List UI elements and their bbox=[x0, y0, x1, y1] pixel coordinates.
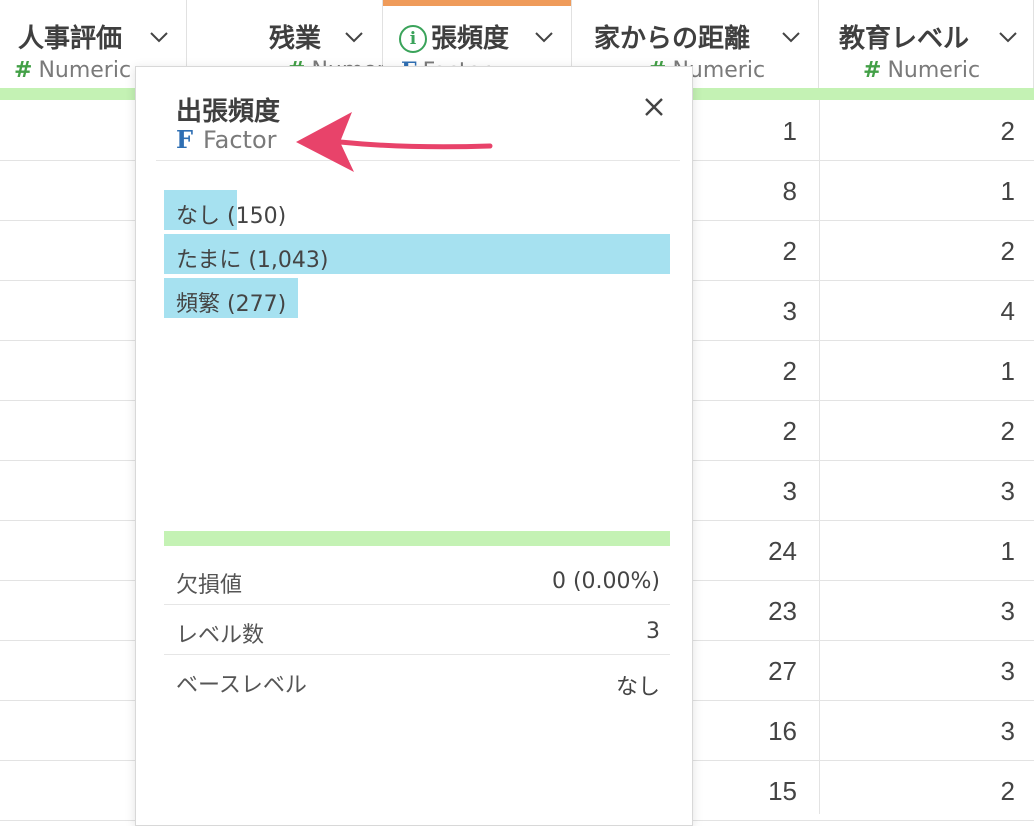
cell-distance[interactable]: 23 bbox=[700, 596, 797, 627]
cell-distance[interactable]: 3 bbox=[700, 296, 797, 327]
cell-distance[interactable]: 3 bbox=[700, 476, 797, 507]
column-title: 教育レベル bbox=[839, 24, 970, 54]
stat-value: 3 bbox=[646, 619, 660, 644]
level-bar-label: なし (150) bbox=[176, 204, 287, 229]
cell-distance[interactable]: 8 bbox=[700, 176, 797, 207]
stat-row: レベル数 3 bbox=[164, 605, 670, 655]
cell-education-level[interactable]: 1 bbox=[900, 176, 1015, 207]
column-header-kyoiku-level[interactable]: 教育レベル # Numeric bbox=[819, 0, 1034, 88]
level-bar-label: 頻繁 (277) bbox=[176, 292, 287, 317]
missing-bar bbox=[164, 531, 670, 546]
cell-education-level[interactable]: 3 bbox=[900, 656, 1015, 687]
chevron-down-icon[interactable] bbox=[533, 26, 555, 48]
stat-row: 欠損値 0 (0.00%) bbox=[164, 555, 670, 605]
column-title: 人事評価 bbox=[18, 24, 123, 54]
cell-distance[interactable]: 2 bbox=[700, 356, 797, 387]
close-icon[interactable] bbox=[642, 95, 666, 119]
column-type: #Numeric bbox=[14, 58, 132, 83]
popup-title: 出張頻度 bbox=[176, 97, 281, 127]
cell-education-level[interactable]: 2 bbox=[900, 116, 1015, 147]
cell-education-level[interactable]: 3 bbox=[900, 716, 1015, 747]
chevron-down-icon[interactable] bbox=[148, 26, 170, 48]
cell-distance[interactable]: 2 bbox=[700, 236, 797, 267]
stat-value: なし bbox=[615, 675, 660, 700]
level-bar-row[interactable]: なし (150) bbox=[164, 190, 670, 230]
cell-education-level[interactable]: 2 bbox=[900, 416, 1015, 447]
column-title: i 張頻度 bbox=[399, 18, 509, 55]
stat-value: 0 (0.00%) bbox=[551, 569, 660, 594]
cell-distance[interactable]: 2 bbox=[700, 416, 797, 447]
column-title: 家からの距離 bbox=[594, 24, 751, 54]
chevron-down-icon[interactable] bbox=[997, 26, 1019, 48]
level-bar-row[interactable]: たまに (1,043) bbox=[164, 234, 670, 274]
cell-distance[interactable]: 1 bbox=[700, 116, 797, 147]
stat-key: 欠損値 bbox=[176, 573, 243, 598]
cell-education-level[interactable]: 1 bbox=[900, 356, 1015, 387]
stat-key: ベースレベル bbox=[176, 673, 307, 698]
popup-column-type: F Factor bbox=[176, 125, 277, 154]
chevron-down-icon[interactable] bbox=[780, 26, 802, 48]
cell-education-level[interactable]: 2 bbox=[900, 776, 1015, 807]
cell-distance[interactable]: 16 bbox=[700, 716, 797, 747]
cell-distance[interactable]: 27 bbox=[700, 656, 797, 687]
selected-column-accent bbox=[383, 0, 571, 6]
column-summary-popup: 出張頻度 F Factor なし (150) たまに (1,043) 頻繁 (277)… bbox=[135, 66, 693, 826]
cell-education-level[interactable]: 2 bbox=[900, 236, 1015, 267]
numeric-hash-icon: # bbox=[863, 58, 882, 83]
level-bar-row[interactable]: 頻繁 (277) bbox=[164, 278, 670, 318]
popup-divider bbox=[156, 160, 680, 161]
column-type: #Numeric bbox=[863, 58, 981, 83]
chevron-down-icon[interactable] bbox=[343, 26, 365, 48]
factor-f-icon: F bbox=[176, 125, 194, 154]
cell-education-level[interactable]: 3 bbox=[900, 476, 1015, 507]
cell-education-level[interactable]: 3 bbox=[900, 596, 1015, 627]
cell-education-level[interactable]: 4 bbox=[900, 296, 1015, 327]
cell-education-level[interactable]: 1 bbox=[900, 536, 1015, 567]
grid-column-divider bbox=[819, 100, 820, 814]
stat-key: レベル数 bbox=[176, 623, 265, 648]
column-title: 残業 bbox=[269, 24, 322, 54]
level-bar-label: たまに (1,043) bbox=[176, 248, 329, 273]
numeric-hash-icon: # bbox=[14, 58, 33, 83]
info-icon[interactable]: i bbox=[399, 25, 427, 53]
stat-row: ベースレベル なし bbox=[164, 655, 670, 705]
cell-distance[interactable]: 15 bbox=[700, 776, 797, 807]
cell-distance[interactable]: 24 bbox=[700, 536, 797, 567]
